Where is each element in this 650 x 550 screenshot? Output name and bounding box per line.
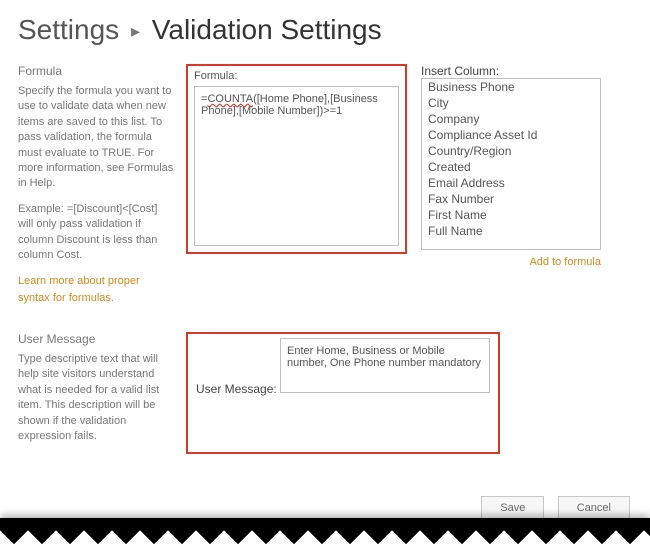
save-button[interactable]: Save — [481, 496, 544, 520]
usermsg-highlight: User Message: — [186, 332, 500, 454]
formula-highlight: Formula: =COUNTA([Home Phone],[Business … — [186, 64, 407, 254]
list-item[interactable]: Created — [422, 159, 600, 175]
cancel-button[interactable]: Cancel — [558, 496, 630, 520]
usermsg-desc: Type descriptive text that will help sit… — [18, 352, 174, 444]
list-item[interactable]: Business Phone — [422, 79, 600, 95]
usermsg-input[interactable] — [280, 338, 490, 393]
usermsg-heading: User Message — [18, 332, 174, 346]
formula-desc2: Example: =[Discount]<[Cost] will only pa… — [18, 202, 174, 264]
learn-more-link[interactable]: Learn more about proper syntax for formu… — [18, 275, 140, 303]
breadcrumb: Settings ▸ Validation Settings — [18, 14, 632, 46]
formula-heading: Formula — [18, 64, 174, 78]
list-item[interactable]: Company — [422, 111, 600, 127]
list-item[interactable]: First Name — [422, 207, 600, 223]
breadcrumb-root[interactable]: Settings — [18, 14, 119, 45]
formula-input[interactable]: =COUNTA([Home Phone],[Business Phone],[M… — [194, 86, 399, 246]
formula-label: Formula: — [194, 70, 399, 82]
insert-column-label: Insert Column: — [421, 64, 499, 78]
torn-edge-decoration — [0, 518, 650, 550]
add-to-formula-link[interactable]: Add to formula — [421, 256, 601, 268]
formula-desc1: Specify the formula you want to use to v… — [18, 84, 174, 192]
breadcrumb-sep: ▸ — [127, 21, 144, 41]
insert-column-list[interactable]: Business PhoneCityCompanyCompliance Asse… — [421, 78, 601, 250]
breadcrumb-current: Validation Settings — [152, 14, 382, 45]
list-item[interactable]: Country/Region — [422, 143, 600, 159]
list-item[interactable]: Compliance Asset Id — [422, 127, 600, 143]
list-item[interactable]: Fax Number — [422, 191, 600, 207]
list-item[interactable]: Email Address — [422, 175, 600, 191]
usermsg-label: User Message: — [196, 382, 277, 396]
list-item[interactable]: Full Name — [422, 223, 600, 239]
list-item[interactable]: City — [422, 95, 600, 111]
